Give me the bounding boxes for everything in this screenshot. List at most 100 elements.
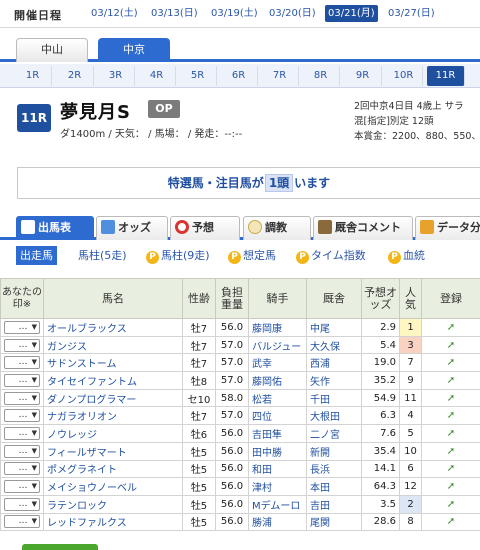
stable-name[interactable]: 中尾 [307, 319, 362, 337]
jockey-name[interactable]: 吉田隼 [249, 425, 307, 443]
horse-name[interactable]: メイショウノーベル [44, 478, 183, 496]
horse-name[interactable]: ポメグラネイト [44, 460, 183, 478]
register-horse-icon[interactable]: ➚ [445, 394, 457, 404]
race-tab-8[interactable]: 8R [302, 66, 340, 86]
race-tab-4[interactable]: 4R [138, 66, 176, 86]
jockey-name[interactable]: 田中勝 [249, 442, 307, 460]
subtab-expected[interactable]: P想定馬 [228, 246, 276, 265]
stable-name[interactable]: 尾関 [307, 513, 362, 531]
stable-name[interactable]: 千田 [307, 389, 362, 407]
jockey-name[interactable]: 津村 [249, 478, 307, 496]
horse-name[interactable]: ダノンプログラマー [44, 389, 183, 407]
tab-odds[interactable]: オッズ [96, 216, 168, 240]
stable-name[interactable]: 長浜 [307, 460, 362, 478]
horse-name[interactable]: ノウレッジ [44, 425, 183, 443]
tab-entries[interactable]: 出馬表 [16, 216, 94, 240]
register-horse-icon[interactable]: ➚ [445, 447, 457, 457]
horse-name[interactable]: オールブラックス [44, 319, 183, 337]
horse-name[interactable]: サドンストーム [44, 354, 183, 372]
horse-name[interactable]: フィールザマート [44, 442, 183, 460]
date-item[interactable]: 03/20(日) [266, 5, 319, 22]
stable-name[interactable]: 本田 [307, 478, 362, 496]
subtab-past9[interactable]: P馬柱(9走) [146, 246, 210, 265]
race-tab-11[interactable]: 11R [427, 66, 465, 86]
mark-select[interactable]: … [4, 339, 40, 352]
featured-horse-notice[interactable]: 特選馬・注目馬が1頭います [17, 167, 480, 199]
main-tabs: 出馬表 オッズ 予想 調教 厩舎コメント データ分 [0, 216, 480, 240]
mark-select[interactable]: … [4, 480, 40, 493]
register-horse-icon[interactable]: ➚ [445, 482, 457, 492]
predicted-odds: 5.4 [362, 336, 400, 354]
tab-data[interactable]: データ分 [415, 216, 480, 240]
mark-cell: … [1, 372, 44, 390]
stable-name[interactable]: 吉田 [307, 495, 362, 513]
mark-select[interactable]: … [4, 356, 40, 369]
register-horse-icon[interactable]: ➚ [445, 464, 457, 474]
horse-name[interactable]: レッドファルクス [44, 513, 183, 531]
jockey-name[interactable]: 藤岡佑 [249, 372, 307, 390]
race-tab-1[interactable]: 1R [14, 66, 52, 86]
mark-select[interactable]: … [4, 515, 40, 528]
mark-select[interactable]: … [4, 445, 40, 458]
race-tab-6[interactable]: 6R [220, 66, 258, 86]
bottom-button-edge[interactable] [22, 544, 98, 550]
register-horse-icon[interactable]: ➚ [445, 341, 457, 351]
mark-select[interactable]: … [4, 462, 40, 475]
horse-name[interactable]: ガンジス [44, 336, 183, 354]
mark-select[interactable]: … [4, 427, 40, 440]
venue-tab-chukyo[interactable]: 中京 [98, 38, 170, 62]
stable-name[interactable]: 二ノ宮 [307, 425, 362, 443]
tab-stable-comments[interactable]: 厩舎コメント [313, 216, 413, 240]
race-tab-2[interactable]: 2R [56, 66, 94, 86]
sex-age: セ10 [183, 389, 216, 407]
race-tab-5[interactable]: 5R [179, 66, 217, 86]
jockey-name[interactable]: 松若 [249, 389, 307, 407]
subtab-time-index[interactable]: Pタイム指数 [296, 246, 366, 265]
date-item[interactable]: 03/13(日) [148, 5, 201, 22]
mark-select[interactable]: … [4, 409, 40, 422]
stable-name[interactable]: 大久保 [307, 336, 362, 354]
register-horse-icon[interactable]: ➚ [445, 376, 457, 386]
jockey-name[interactable]: 和田 [249, 460, 307, 478]
tab-prediction[interactable]: 予想 [170, 216, 240, 240]
horse-name[interactable]: ラテンロック [44, 495, 183, 513]
horse-name[interactable]: ナガラオリオン [44, 407, 183, 425]
date-item[interactable]: 03/19(土) [208, 5, 261, 22]
stable-name[interactable]: 西浦 [307, 354, 362, 372]
race-tab-9[interactable]: 9R [344, 66, 382, 86]
subtab-past5[interactable]: 馬柱(5走) [78, 246, 127, 265]
tab-training[interactable]: 調教 [243, 216, 311, 240]
jockey-name[interactable]: 四位 [249, 407, 307, 425]
stable-name[interactable]: 矢作 [307, 372, 362, 390]
mark-select[interactable]: … [4, 392, 40, 405]
jockey-name[interactable]: バルジュー [249, 336, 307, 354]
stable-name[interactable]: 大根田 [307, 407, 362, 425]
sex-age: 牡5 [183, 478, 216, 496]
popularity: 6 [400, 460, 422, 478]
mark-select[interactable]: … [4, 498, 40, 511]
date-item[interactable]: 03/27(日) [385, 5, 438, 22]
race-tab-7[interactable]: 7R [261, 66, 299, 86]
race-tab-3[interactable]: 3R [97, 66, 135, 86]
jockey-name[interactable]: 武幸 [249, 354, 307, 372]
jockey-name[interactable]: 勝浦 [249, 513, 307, 531]
mark-select[interactable]: … [4, 374, 40, 387]
subtab-pedigree[interactable]: P血統 [388, 246, 425, 265]
register-horse-icon[interactable]: ➚ [445, 411, 457, 421]
subtab-runners[interactable]: 出走馬 [16, 246, 57, 265]
date-item-active[interactable]: 03/21(月) [325, 5, 378, 22]
register-horse-icon[interactable]: ➚ [445, 500, 457, 510]
horse-name[interactable]: タイセイファントム [44, 372, 183, 390]
jockey-name[interactable]: Mデムーロ [249, 495, 307, 513]
register-horse-icon[interactable]: ➚ [445, 323, 457, 333]
stable-name[interactable]: 新開 [307, 442, 362, 460]
register-horse-icon[interactable]: ➚ [445, 517, 457, 527]
venue-tab-nakayama[interactable]: 中山 [16, 38, 88, 62]
mark-select[interactable]: … [4, 321, 40, 334]
race-tab-10[interactable]: 10R [385, 66, 423, 86]
jockey-name[interactable]: 藤岡康 [249, 319, 307, 337]
date-item[interactable]: 03/12(土) [88, 5, 141, 22]
register-horse-icon[interactable]: ➚ [445, 358, 457, 368]
register-horse-icon[interactable]: ➚ [445, 429, 457, 439]
mark-cell: … [1, 495, 44, 513]
